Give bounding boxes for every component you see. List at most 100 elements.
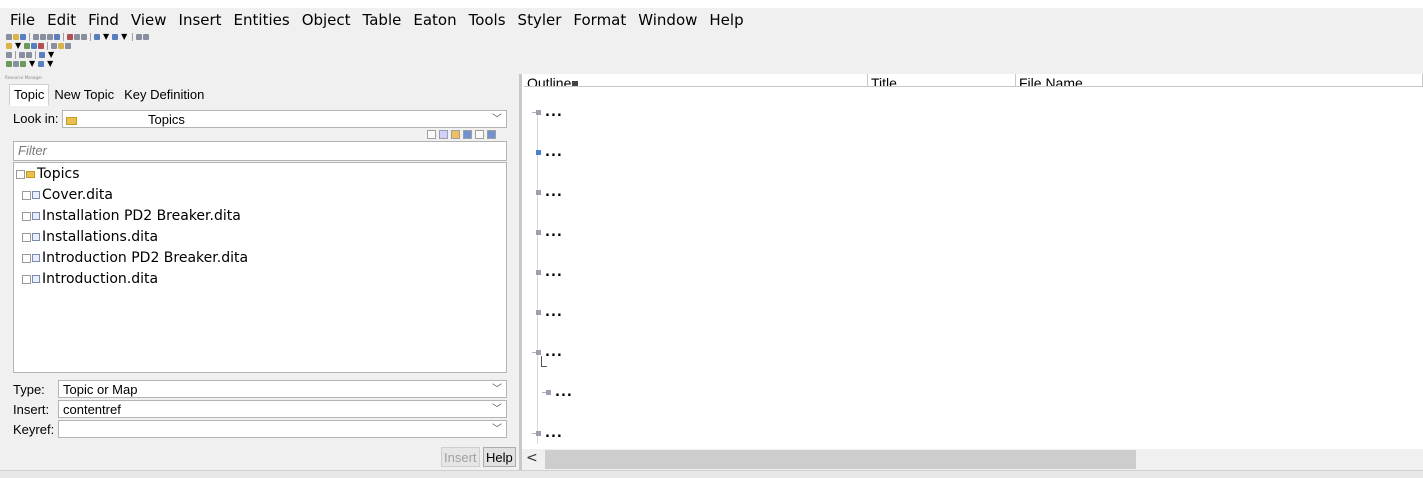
menu-view[interactable]: View: [125, 11, 173, 29]
type-select[interactable]: Topic or Map ﹀: [58, 380, 507, 398]
outline-row[interactable]: ...: [542, 386, 573, 399]
details-icon[interactable]: [463, 130, 472, 139]
menu-edit[interactable]: Edit: [41, 11, 82, 29]
outline-row[interactable]: ...: [532, 346, 563, 359]
review-dropdown-icon[interactable]: ▼: [27, 60, 37, 68]
print-preview-icon[interactable]: [40, 34, 46, 40]
row-icon[interactable]: [19, 52, 25, 58]
outline-row[interactable]: ...: [532, 427, 563, 440]
menu-help[interactable]: Help: [703, 11, 749, 29]
tab-topic[interactable]: Topic: [9, 84, 50, 106]
outline-row[interactable]: ...: [536, 146, 563, 159]
menu-table[interactable]: Table: [357, 11, 408, 29]
menu-entities[interactable]: Entities: [228, 11, 296, 29]
tree-item[interactable]: Introduction PD2 Breaker.dita: [22, 248, 248, 268]
scroll-left-icon[interactable]: <: [526, 450, 538, 466]
link-icon[interactable]: [24, 43, 31, 49]
insert-button[interactable]: Insert: [441, 447, 480, 467]
look-in-select[interactable]: Topics ﹀: [62, 110, 507, 128]
collapse-icon[interactable]: [16, 169, 25, 179]
expand-icon[interactable]: [22, 232, 31, 242]
tree-item[interactable]: Installations.dita: [22, 227, 158, 247]
column-icon[interactable]: [26, 52, 32, 58]
paste-icon[interactable]: [81, 34, 87, 40]
undo-icon[interactable]: [94, 34, 100, 40]
font-size-icon[interactable]: [65, 43, 72, 49]
menu-styler[interactable]: Styler: [512, 11, 568, 29]
expand-icon[interactable]: [22, 274, 31, 284]
accept-icon[interactable]: [13, 61, 19, 67]
track-icon[interactable]: [6, 61, 12, 67]
print-icon[interactable]: [33, 34, 39, 40]
menu-eaton[interactable]: Eaton: [407, 11, 462, 29]
menu-insert[interactable]: Insert: [173, 11, 228, 29]
folder-icon: [26, 170, 35, 178]
column-header-file-name[interactable]: File Name: [1016, 74, 1423, 87]
copy-icon[interactable]: [74, 34, 80, 40]
cut-icon[interactable]: [67, 34, 73, 40]
element-dropdown-icon[interactable]: ▼: [13, 42, 23, 50]
outline-row[interactable]: ...: [536, 266, 563, 279]
find-icon[interactable]: [47, 34, 53, 40]
cell-icon[interactable]: [39, 52, 45, 58]
refresh-icon[interactable]: [475, 130, 484, 139]
menu-window[interactable]: Window: [632, 11, 703, 29]
reject-icon[interactable]: [20, 61, 26, 67]
tag-icon[interactable]: [51, 43, 58, 49]
tree-item[interactable]: Cover.dita: [22, 185, 113, 205]
help-button[interactable]: Help: [483, 447, 516, 467]
filter-input[interactable]: Filter: [13, 141, 507, 161]
outline-row-label: ...: [545, 305, 563, 320]
image-icon[interactable]: [31, 43, 38, 49]
expand-icon[interactable]: [22, 211, 31, 221]
new-icon[interactable]: [6, 34, 12, 40]
compare-icon[interactable]: [38, 61, 45, 67]
outline-row[interactable]: ...: [536, 186, 563, 199]
tree-root-label: Topics: [37, 166, 80, 182]
keyref-select[interactable]: ﹀: [58, 420, 507, 438]
tree-root[interactable]: Topics: [16, 164, 80, 184]
outline-row[interactable]: ...: [532, 106, 563, 119]
element-icon[interactable]: [6, 43, 12, 49]
new-folder-icon[interactable]: [451, 130, 460, 139]
tree-item-label: Installations.dita: [42, 229, 159, 245]
redo-dropdown-icon[interactable]: ▼: [119, 33, 129, 41]
scrollbar-thumb[interactable]: [545, 450, 1136, 469]
up-folder-icon[interactable]: [427, 130, 436, 139]
menu-file[interactable]: File: [4, 11, 41, 29]
save-icon[interactable]: [20, 34, 26, 40]
spellcheck-icon[interactable]: [54, 34, 60, 40]
expand-icon[interactable]: [22, 190, 31, 200]
list-view-icon[interactable]: [439, 130, 448, 139]
menu-tools[interactable]: Tools: [463, 11, 512, 29]
undo-dropdown-icon[interactable]: ▼: [101, 33, 111, 41]
spell-icon[interactable]: [38, 43, 45, 49]
attribute-icon[interactable]: [58, 43, 65, 49]
topic-tree[interactable]: Topics Cover.dita Installation PD2 Break…: [13, 162, 507, 373]
window-icon[interactable]: [143, 34, 150, 40]
tree-item-label: Introduction PD2 Breaker.dita: [42, 250, 249, 266]
compare-dropdown-icon[interactable]: ▼: [45, 60, 55, 68]
horizontal-scrollbar[interactable]: <: [522, 449, 1423, 470]
table-icon[interactable]: [6, 52, 12, 58]
view-icon[interactable]: [136, 34, 143, 40]
tree-item[interactable]: Introduction.dita: [22, 269, 158, 289]
column-menu-icon[interactable]: [572, 81, 579, 86]
tab-key-definition[interactable]: Key Definition: [119, 84, 209, 106]
menu-find[interactable]: Find: [82, 11, 125, 29]
open-icon[interactable]: [13, 34, 19, 40]
outline-row[interactable]: ...: [536, 305, 563, 320]
cell-dropdown-icon[interactable]: ▼: [46, 51, 56, 59]
expand-icon[interactable]: [22, 253, 31, 263]
column-header-outline[interactable]: Outline: [524, 74, 868, 87]
tab-new-topic[interactable]: New Topic: [49, 84, 119, 106]
insert-select[interactable]: contentref ﹀: [58, 400, 507, 418]
redo-icon[interactable]: [112, 34, 119, 40]
menu-object[interactable]: Object: [296, 11, 357, 29]
tree-item[interactable]: Installation PD2 Breaker.dita: [22, 206, 241, 226]
menu-format[interactable]: Format: [567, 11, 632, 29]
toolbar-review: ▼ ▼: [6, 60, 55, 68]
outline-row[interactable]: ...: [536, 226, 563, 239]
column-header-title[interactable]: Title: [868, 74, 1016, 87]
properties-icon[interactable]: [487, 130, 496, 139]
